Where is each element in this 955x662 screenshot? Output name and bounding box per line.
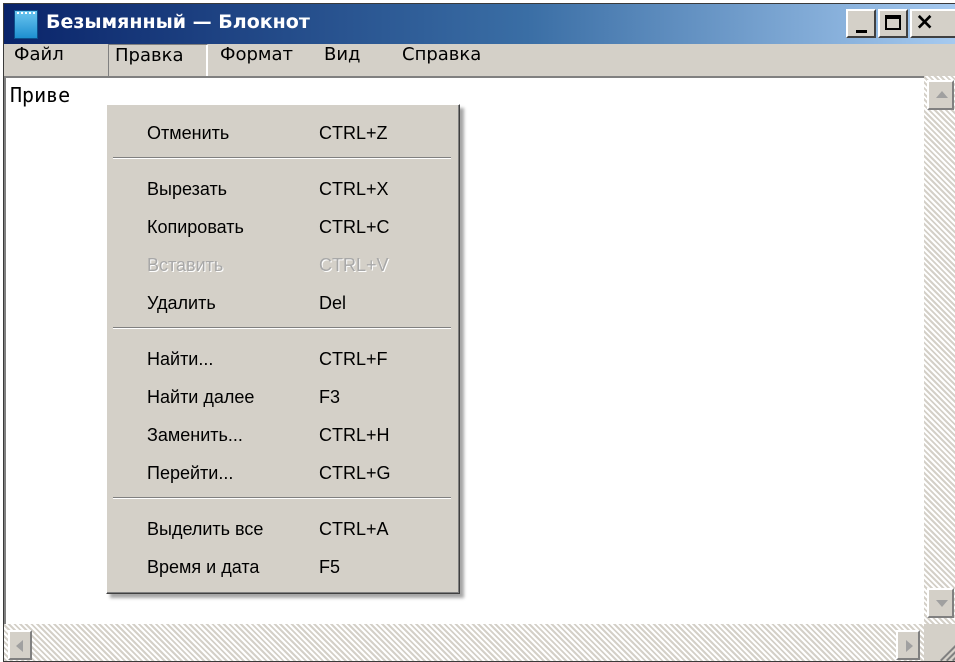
- menu-item-paste: Вставить CTRL+V: [107, 249, 457, 281]
- menu-item-copy[interactable]: Копировать CTRL+C: [107, 211, 457, 243]
- menu-item-label: Найти далее: [147, 387, 255, 407]
- menu-item-label: Найти...: [147, 349, 214, 369]
- notepad-icon: [14, 10, 38, 39]
- menu-item-shortcut: CTRL+F: [319, 349, 388, 369]
- title-bar[interactable]: Безымянный — Блокнот ×: [4, 4, 955, 44]
- menu-item-shortcut: CTRL+G: [319, 463, 391, 483]
- menu-item-shortcut: F5: [319, 557, 341, 577]
- menu-item-shortcut: F3: [319, 387, 341, 407]
- close-icon: ×: [915, 9, 935, 35]
- window-title: Безымянный — Блокнот: [46, 11, 310, 33]
- menu-item-label: Вставить: [147, 255, 224, 275]
- scroll-up-button[interactable]: [927, 80, 954, 110]
- scroll-right-button[interactable]: [896, 630, 920, 660]
- minimize-icon: [856, 30, 867, 33]
- menu-separator: [113, 327, 451, 329]
- menu-item-undo[interactable]: Отменить CTRL+Z: [107, 117, 457, 149]
- minimize-button[interactable]: [846, 9, 876, 38]
- menu-format[interactable]: Формат: [214, 44, 299, 76]
- menu-item-shortcut: Del: [319, 293, 347, 313]
- edit-menu-dropdown: Отменить CTRL+Z Вырезать CTRL+X Копирова…: [106, 104, 460, 594]
- horizontal-scrollbar[interactable]: [4, 624, 924, 661]
- menu-item-cut[interactable]: Вырезать CTRL+X: [107, 173, 457, 205]
- maximize-button[interactable]: [878, 9, 908, 38]
- arrow-right-icon: [906, 640, 913, 652]
- menu-item-label: Отменить: [147, 123, 230, 143]
- menu-item-delete[interactable]: Удалить Del: [107, 287, 457, 319]
- menu-item-shortcut: CTRL+V: [319, 255, 389, 275]
- menu-item-label: Перейти...: [147, 463, 234, 483]
- menu-help[interactable]: Справка: [396, 44, 487, 76]
- size-grip[interactable]: [924, 624, 955, 661]
- menu-item-shortcut: CTRL+Z: [319, 123, 388, 143]
- menu-bar: Файл Правка Формат Вид Справка: [4, 44, 955, 76]
- menu-separator: [113, 157, 451, 159]
- close-button[interactable]: ×: [910, 9, 955, 38]
- menu-item-label: Время и дата: [147, 557, 260, 577]
- menu-item-label: Заменить...: [147, 425, 243, 445]
- menu-item-select-all[interactable]: Выделить все CTRL+A: [107, 513, 457, 545]
- menu-item-find[interactable]: Найти... CTRL+F: [107, 343, 457, 375]
- menu-item-time-date[interactable]: Время и дата F5: [107, 551, 457, 583]
- menu-item-find-next[interactable]: Найти далее F3: [107, 381, 457, 413]
- arrow-left-icon: [16, 640, 23, 652]
- menu-item-label: Копировать: [147, 217, 244, 237]
- menu-item-label: Вырезать: [147, 179, 228, 199]
- editor-text: Приве: [10, 83, 71, 107]
- maximize-icon: [885, 15, 901, 30]
- menu-edit[interactable]: Правка: [108, 44, 208, 76]
- notepad-window: Безымянный — Блокнот × Файл Правка Форма…: [3, 3, 955, 662]
- menu-item-shortcut: CTRL+A: [319, 519, 389, 539]
- menu-item-shortcut: CTRL+C: [319, 217, 390, 237]
- menu-item-shortcut: CTRL+X: [319, 179, 389, 199]
- menu-separator: [113, 497, 451, 499]
- arrow-up-icon: [936, 91, 948, 98]
- menu-file[interactable]: Файл: [8, 44, 70, 76]
- menu-item-replace[interactable]: Заменить... CTRL+H: [107, 419, 457, 451]
- menu-item-label: Удалить: [147, 293, 216, 313]
- menu-item-shortcut: CTRL+H: [319, 425, 390, 445]
- menu-view[interactable]: Вид: [318, 44, 367, 76]
- vertical-scrollbar[interactable]: [924, 76, 955, 624]
- arrow-down-icon: [936, 600, 948, 607]
- scroll-left-button[interactable]: [8, 630, 32, 660]
- menu-item-goto[interactable]: Перейти... CTRL+G: [107, 457, 457, 489]
- menu-item-label: Выделить все: [147, 519, 264, 539]
- scroll-down-button[interactable]: [927, 588, 954, 618]
